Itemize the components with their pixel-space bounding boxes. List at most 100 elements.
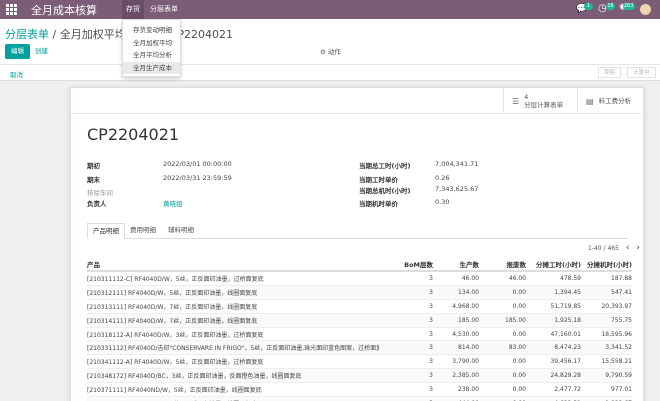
pager: 1-40 / 465 ‹ › (588, 243, 640, 253)
stage-computing[interactable]: 计算中 (627, 67, 656, 78)
cell-produced-qty: 2,385.00 (452, 372, 479, 380)
column-header-product[interactable]: 产品 (87, 257, 417, 270)
table-row[interactable]: [210314111] RF4040D/W，7丝，正反面印油墨，线圈面复底 3 18… (87, 313, 632, 328)
pager-next-button[interactable]: › (636, 243, 640, 253)
table-row[interactable]: [210313111] RF4040D/W，7丝，正反面印油墨，线圈面复底 3 4,… (87, 300, 632, 314)
dropdown-item-weighted-average[interactable]: 全月加权平均 (123, 37, 180, 50)
top-navbar: 全月成本核算 存货 分层表单 💬 1 ◷ 16 ✺ 203 (0, 0, 660, 19)
cell-produced-qty: 134.00 (458, 288, 479, 296)
dropdown-item-average-analysis[interactable]: 全月平均分析 (123, 49, 180, 62)
inventory-dropdown-menu: 存货变动明细 全月加权平均 全月平均分析 全月生产成本 (122, 19, 181, 77)
cell-scrap-qty: 0.00 (512, 358, 526, 366)
cell-allocated-machine: 3,341.52 (605, 344, 632, 352)
report-icon: ▤ (586, 96, 594, 106)
cell-bom-level: 3 (429, 344, 433, 352)
total-labor-hours-label: 当期总工时(小时) (359, 162, 411, 170)
column-header-allocated-machine[interactable]: 分摊机时(小时) (581, 257, 632, 270)
period-start-label: 期初 (87, 162, 100, 170)
cell-scrap-qty: 0.00 (512, 372, 526, 380)
cell-allocated-machine: 755.75 (611, 316, 632, 324)
cell-allocated-machine: 187.88 (611, 274, 632, 282)
tab-product-details[interactable]: 产品明细 (87, 223, 125, 239)
cell-produced-qty: 238.00 (458, 386, 479, 394)
cell-bom-level: 3 (429, 288, 433, 296)
cell-product: [210371111] RF4040ND/W，5丝，正反面印油墨，线圈面复底 (87, 387, 262, 395)
responsible-label: 负责人 (87, 200, 107, 208)
cell-allocated-machine: 20,393.97 (601, 302, 632, 310)
user-avatar[interactable] (640, 4, 651, 15)
cell-product: [210318112-A] RF4040D/W，3丝，正反面印油墨，过桥面复底 (87, 331, 264, 339)
cell-scrap-qty: 0.00 (512, 302, 526, 310)
cell-produced-qty: 4,530.00 (452, 330, 479, 338)
edit-button[interactable]: 编辑 (5, 44, 30, 59)
cell-bom-level: 3 (429, 330, 433, 338)
column-header-produced-qty[interactable]: 生产数 (433, 257, 480, 270)
column-header-allocated-labor[interactable]: 分摊工时(小时) (526, 257, 581, 270)
cell-produced-qty: 3,790.00 (452, 358, 479, 366)
breadcrumb-parent-link[interactable]: 分层表单 (5, 28, 49, 41)
labor-unit-price-value: 0.26 (435, 174, 450, 182)
cell-scrap-qty: 185.00 (505, 316, 526, 324)
column-header-bom-level[interactable]: BoM层数 (387, 257, 433, 270)
cost-analysis-smart-button[interactable]: ▤ 料工费分析 (577, 88, 645, 114)
total-labor-hours-value: 7,004,341.71 (435, 160, 479, 168)
costing-forms-smart-button[interactable]: ☰ 4 分层计算表单 (503, 88, 577, 114)
cell-allocated-machine: 18,595.96 (601, 330, 632, 338)
table-row[interactable]: [210372111] RF4040D/W，7丝，正反面印油墨，线圈面复底 344… (87, 397, 632, 401)
column-header-scrap-qty[interactable]: 报废数 (479, 257, 527, 270)
menu-layer-forms[interactable]: 分层表单 (146, 0, 182, 19)
tab-expense-details[interactable]: 费用明细 (125, 223, 161, 239)
cell-produced-qty: 444.00 (433, 397, 479, 401)
notebook-tabs: 产品明细 费用明细 辅料明细 (87, 223, 629, 239)
cell-allocated-labor: 47,160.01 (550, 330, 581, 338)
responsible-user-link[interactable]: 黄晓姐 (163, 198, 183, 208)
menu-inventory[interactable]: 存货 (122, 0, 144, 19)
dropdown-item-production-cost[interactable]: 全月生产成本 (123, 61, 180, 74)
table-row[interactable]: [210348172] RF4040D/BC，3丝，正反面印油墨，反面橙色油墨，… (87, 369, 632, 384)
pager-value[interactable]: 1-40 / 465 (588, 245, 619, 252)
cancel-button[interactable]: 取消 (10, 69, 23, 79)
table-header: 产品 BoM层数 生产数 报废数 分摊工时(小时) 分摊机时(小时) (87, 257, 632, 272)
user-badge: 203 (623, 3, 635, 10)
period-end-label: 期末 (87, 176, 100, 184)
table-row[interactable]: [210318112-A] RF4040D/W，3丝，正反面印油墨，过桥面复底 3… (87, 328, 632, 342)
apps-menu-icon[interactable] (6, 4, 17, 15)
cell-allocated-labor: 478.59 (560, 274, 581, 282)
cell-allocated-labor: 8,474.23 (554, 344, 581, 352)
dropdown-item-inventory-changes[interactable]: 存货变动明细 (123, 24, 180, 37)
cell-allocated-labor: 39,456.17 (550, 358, 581, 366)
table-row[interactable]: [210311112-C] RF4040D/W，5丝，正反面印油墨，过桥面复底 3… (87, 272, 632, 286)
cell-bom-level: 3 (387, 397, 433, 401)
cell-bom-level: 3 (429, 372, 433, 380)
tab-material-details[interactable]: 辅料明细 (163, 223, 199, 239)
pager-previous-button[interactable]: ‹ (626, 243, 630, 253)
machine-unit-price-label: 当期机时单价 (359, 200, 398, 208)
action-label: 动作 (327, 48, 341, 56)
analysis-label: 料工费分析 (598, 97, 632, 105)
cell-allocated-labor: 1,925.18 (554, 316, 581, 324)
stage-draft[interactable]: 草稿 (598, 67, 622, 78)
cell-allocated-labor: 1,394.45 (554, 288, 581, 296)
table-row[interactable]: [210312111] RF4040D/W，5丝，正反面印油墨，线圈面复底 3 13… (87, 285, 632, 300)
create-button[interactable]: 创建 (35, 44, 48, 59)
cell-produced-qty: 185.00 (458, 316, 479, 324)
cell-produced-qty: 46.00 (461, 274, 479, 282)
cell-bom-level: 3 (429, 316, 433, 324)
cell-product: [210372111] RF4040D/W，7丝，正反面印油墨，线圈面复底 (87, 397, 379, 401)
breadcrumb: 分层表单 / 全月加权平均生产成本CP2204021 (5, 26, 233, 42)
cell-scrap-qty: 0.00 (479, 397, 526, 401)
table-row[interactable]: [210341112-A] RF4040D/W，5丝，正反面印油墨，过桥面复底 3… (87, 355, 632, 370)
action-menu-button[interactable]: ⚙ 动作 (320, 46, 341, 56)
list-icon: ☰ (512, 96, 520, 106)
smart-button-row: ☰ 4 分层计算表单 ▤ 料工费分析 (71, 88, 645, 114)
period-end-value: 2022/03/31 23:59:59 (163, 174, 232, 182)
table-row[interactable]: [210331112] RF4040D/吉印"CONSERVARE IN FRI… (87, 341, 632, 356)
cell-allocated-machine: 1,822.67 (581, 397, 632, 401)
cell-bom-level: 3 (429, 358, 433, 366)
cell-product: [210314111] RF4040D/W，7丝，正反面印油墨，线圈面复底 (87, 317, 258, 325)
table-row[interactable]: [210371111] RF4040ND/W，5丝，正反面印油墨，线圈面复底 3 2… (87, 383, 632, 398)
cell-product: [210311112-C] RF4040D/W，5丝，正反面印油墨，过桥面复底 (87, 275, 264, 283)
cell-bom-level: 3 (429, 386, 433, 394)
cell-allocated-machine: 15,558.21 (601, 358, 632, 366)
costing-count: 4 (524, 93, 529, 101)
